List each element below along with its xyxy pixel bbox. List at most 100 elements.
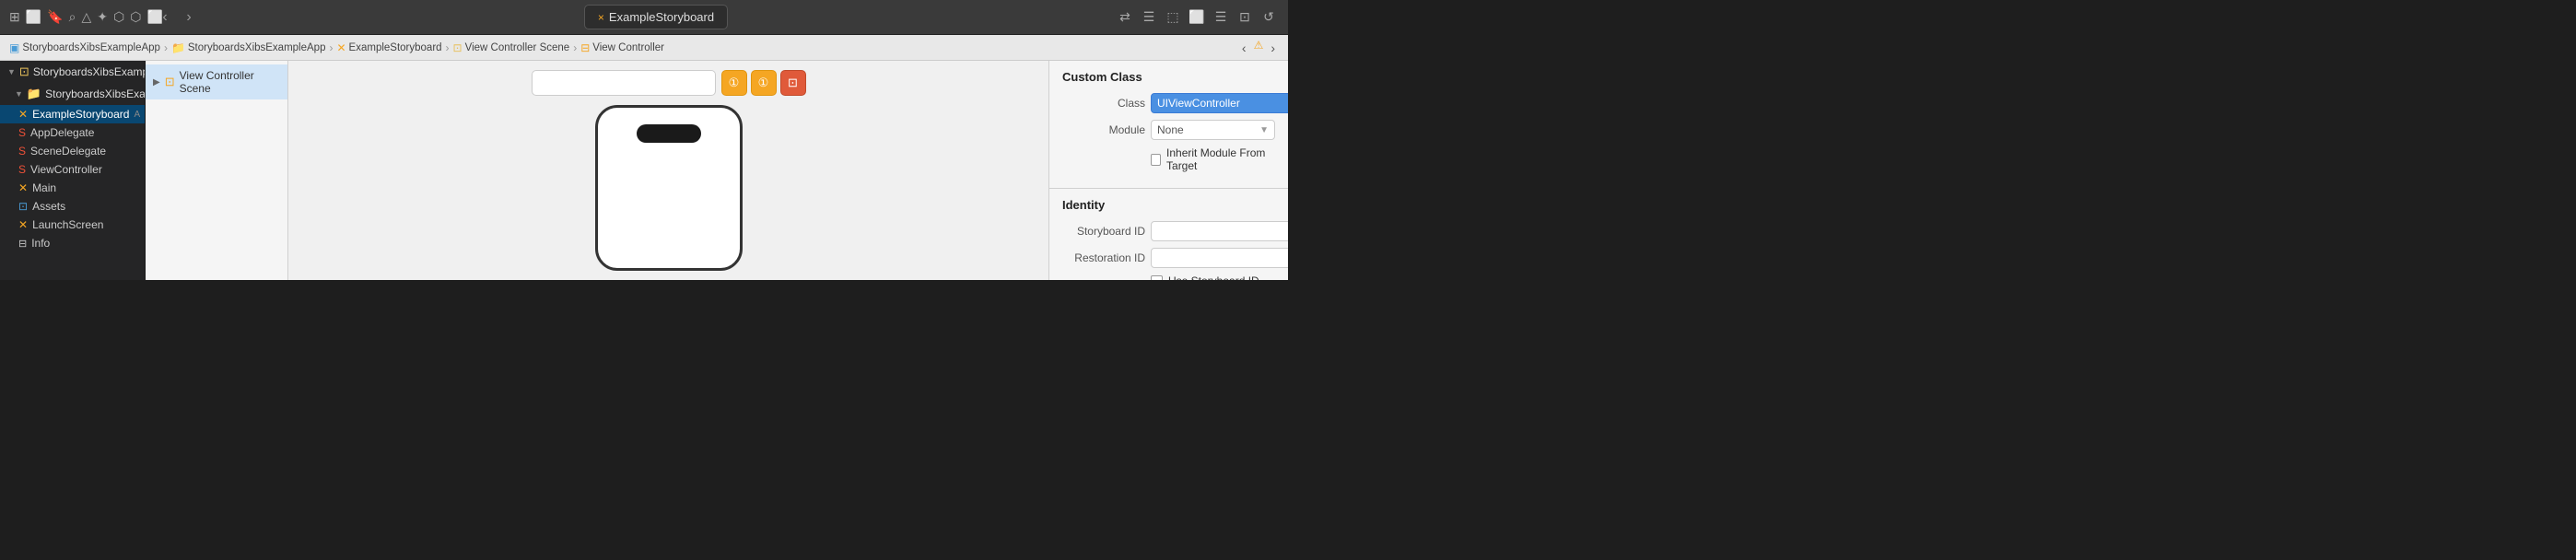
class-row: Class ✕ ▼ — [1062, 93, 1275, 113]
menu-icon[interactable]: ☰ — [1212, 9, 1229, 26]
use-storyboard-checkbox[interactable] — [1151, 275, 1163, 281]
group-arrow-icon: ▼ — [7, 67, 16, 76]
editor-split: ▶ ⊡ View Controller Scene ① ① ⊡ — [146, 61, 1048, 280]
add-icon[interactable]: ↺ — [1260, 9, 1277, 26]
back-button[interactable]: ‹ — [155, 7, 175, 28]
info-file-icon: ⊟ — [18, 238, 27, 250]
breadcrumb-item-app[interactable]: ▣ StoryboardsXibsExampleApp — [9, 41, 160, 54]
sidebar-item-label-launchscreen: LaunchScreen — [32, 218, 103, 231]
folder-icon: 📁 — [171, 41, 185, 54]
inherit-module-row: Inherit Module From Target — [1151, 146, 1275, 172]
breadcrumb-sep-3: › — [446, 41, 450, 54]
storyboard-id-label: Storyboard ID — [1062, 225, 1145, 238]
stop-icon[interactable]: ⬜ — [26, 9, 41, 26]
restoration-id-row: Restoration ID — [1062, 248, 1275, 268]
sidebar-item-info[interactable]: ⊟ Info — [0, 234, 145, 252]
inherit-module-checkbox[interactable] — [1151, 154, 1161, 166]
breadcrumb-item-folder[interactable]: 📁 StoryboardsXibsExampleApp — [171, 41, 326, 54]
module-dropdown[interactable]: None ▼ — [1151, 120, 1275, 140]
search-icon[interactable]: ⌕ — [69, 9, 76, 26]
canvas-search-input[interactable] — [532, 70, 716, 96]
swift-icon-1: S — [18, 126, 26, 139]
canvas-area: ① ① ⊡ — [288, 61, 1048, 280]
scene-row-vc[interactable]: ▶ ⊡ View Controller Scene — [146, 64, 287, 99]
sidebar-item-label-main: Main — [32, 181, 56, 194]
sidebar-item-main[interactable]: ✕ Main — [0, 179, 145, 197]
bookmark-icon[interactable]: 🔖 — [47, 9, 63, 26]
warning-icon[interactable]: △ — [81, 9, 91, 26]
box-icon[interactable]: ⬡ — [130, 9, 141, 26]
root-folder-icon: ⊡ — [19, 64, 29, 79]
canvas-icon-red-btn[interactable]: ⊡ — [780, 70, 806, 96]
storyboard-id-input[interactable] — [1151, 221, 1288, 241]
sidebar-item-label-storyboard: ExampleStoryboard — [32, 108, 129, 121]
sidebar-item-viewcontroller[interactable]: S ViewController — [0, 160, 145, 179]
toolbar-center: × ExampleStoryboard — [206, 5, 1106, 29]
class-input[interactable] — [1151, 93, 1288, 113]
breadcrumb-item-vc[interactable]: ⊟ View Controller — [580, 41, 664, 54]
restoration-id-input[interactable] — [1151, 248, 1288, 268]
breadcrumb-scene-label: View Controller Scene — [465, 42, 570, 53]
assets-icon: ⊡ — [18, 200, 28, 213]
warning-badge-icon: ⚠ — [1254, 39, 1264, 57]
storyboard-id-row: Storyboard ID — [1062, 221, 1275, 241]
lines-icon[interactable]: ☰ — [1141, 9, 1157, 26]
sidebar-item-label-assets: Assets — [32, 200, 65, 213]
module-dropdown-arrow-icon: ▼ — [1259, 125, 1269, 135]
sidebar-item-examplestoryboard[interactable]: ✕ ExampleStoryboard A — [0, 105, 145, 123]
breadcrumb-item-storyboard[interactable]: ✕ ExampleStoryboard — [336, 41, 441, 54]
active-tab[interactable]: × ExampleStoryboard — [584, 5, 728, 29]
editor-split-icon[interactable]: ⬜ — [1188, 9, 1205, 26]
star-icon[interactable]: ✦ — [97, 9, 108, 26]
subfolder-icon: 📁 — [27, 87, 41, 101]
breadcrumb-item-scene[interactable]: ⊡ View Controller Scene — [453, 41, 570, 54]
grid-icon[interactable]: ⊞ — [9, 9, 20, 26]
sidebar-item-assets[interactable]: ⊡ Assets — [0, 197, 145, 216]
sidebar-item-label-info: Info — [31, 237, 50, 250]
swift-icon-3: S — [18, 163, 26, 176]
breadcrumb-forward-btn[interactable]: › — [1267, 39, 1279, 57]
toolbar-right: ⇄ ☰ ⬚ ⬜ ☰ ⊡ ↺ — [1106, 9, 1288, 26]
inspector-icon[interactable]: ⬚ — [1165, 9, 1181, 26]
refresh-icon[interactable]: ⇄ — [1117, 9, 1133, 26]
sidebar-item-label-viewcontroller: ViewController — [30, 163, 102, 176]
module-row: Module None ▼ — [1062, 120, 1275, 140]
breadcrumb-sep-1: › — [164, 41, 168, 54]
sidebar-item-appdelegate[interactable]: S AppDelegate — [0, 123, 145, 142]
storyboard-file-icon: ✕ — [18, 108, 28, 121]
lib-icon[interactable]: ⊡ — [1236, 9, 1253, 26]
sidebar-item-scenedelegate[interactable]: S SceneDelegate — [0, 142, 145, 160]
launch-icon: ✕ — [18, 218, 28, 231]
forward-button[interactable]: › — [179, 7, 199, 28]
tab-label: ExampleStoryboard — [609, 10, 714, 24]
toolbar: ⊞ ⬜ 🔖 ⌕ △ ✦ ⬡ ⬡ ⬜ ‹ › × ExampleStoryboar… — [0, 0, 1288, 35]
scene-row-arrow-icon: ▶ — [153, 77, 160, 88]
canvas-icon-orange-btn[interactable]: ① — [721, 70, 747, 96]
breadcrumb-nav: ‹ ⚠ › — [1238, 39, 1279, 57]
sidebar-group-root[interactable]: ▼ ⊡ StoryboardsXibsExampleApp M — [0, 61, 145, 83]
canvas-icon-orange-btn-2[interactable]: ① — [751, 70, 777, 96]
breadcrumb-app-label: StoryboardsXibsExampleApp — [22, 42, 160, 53]
breadcrumb-sep-4: › — [573, 41, 577, 54]
sidebar: ▼ ⊡ StoryboardsXibsExampleApp M ▼ 📁 Stor… — [0, 61, 146, 280]
breadcrumb: ▣ StoryboardsXibsExampleApp › 📁 Storyboa… — [0, 35, 1288, 61]
swift-icon-2: S — [18, 145, 26, 158]
hex-icon[interactable]: ⬡ — [113, 9, 124, 26]
sidebar-group-sub-label: StoryboardsXibsExampleApp — [45, 88, 146, 100]
breadcrumb-folder-label: StoryboardsXibsExampleApp — [188, 42, 326, 53]
sidebar-group-sub[interactable]: ▼ 📁 StoryboardsXibsExampleApp — [0, 83, 145, 105]
breadcrumb-back-btn[interactable]: ‹ — [1238, 39, 1250, 57]
identity-title: Identity — [1062, 198, 1275, 212]
use-storyboard-label: Use Storyboard ID — [1168, 274, 1259, 280]
inspector-panel: Custom Class Class ✕ ▼ Module None ▼ Inh… — [1048, 61, 1288, 280]
inspector-identity-section: Identity Storyboard ID Restoration ID Us… — [1049, 189, 1288, 280]
sidebar-item-launchscreen[interactable]: ✕ LaunchScreen — [0, 216, 145, 234]
main-storyboard-icon: ✕ — [18, 181, 28, 194]
breadcrumb-storyboard-label: ExampleStoryboard — [349, 42, 442, 53]
sidebar-item-label-scenedelegate: SceneDelegate — [30, 145, 106, 158]
vc-icon: ⊟ — [580, 41, 590, 54]
storyboard-icon: ✕ — [336, 41, 345, 54]
scene-icon: ⊡ — [453, 41, 463, 54]
use-storyboard-row: Use Storyboard ID — [1151, 274, 1275, 280]
phone-notch — [637, 124, 701, 143]
